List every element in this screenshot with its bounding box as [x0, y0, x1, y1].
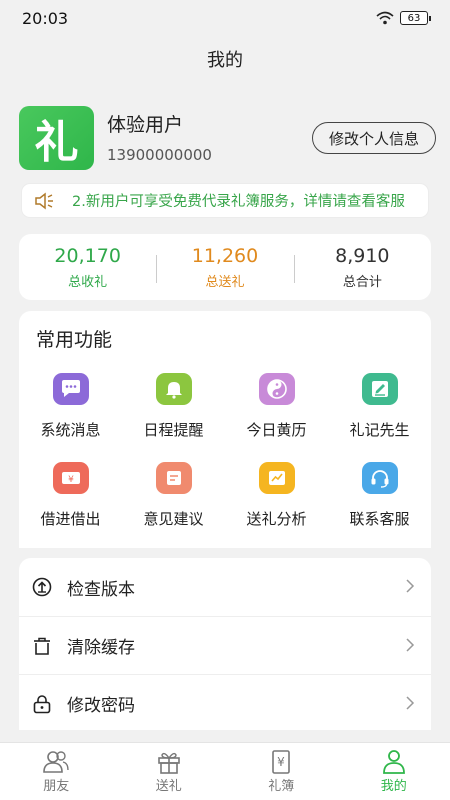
features-grid: 系统消息 日程提醒 今日黄历 礼记先生 ¥ 借进借出 意见建议 送礼分析 联系客…	[19, 373, 431, 529]
upload-icon	[32, 577, 52, 597]
stat-label: 总收礼	[68, 274, 108, 290]
nav-label: 我的	[380, 779, 407, 794]
settings-list: 检查版本 清除缓存 修改密码	[19, 558, 431, 730]
stat-total[interactable]: 8,910 总合计	[293, 244, 431, 290]
battery-icon: 63	[400, 11, 431, 25]
feature-system-message[interactable]: 系统消息	[19, 373, 122, 440]
notice-banner[interactable]: 2.新用户可享受免费代录礼簿服务，详情请查看客服	[22, 184, 428, 217]
feature-mr-liji[interactable]: 礼记先生	[328, 373, 431, 440]
stat-value: 11,260	[191, 244, 259, 267]
money-note-icon: ¥	[52, 462, 89, 494]
feature-label: 意见建议	[143, 510, 204, 528]
stat-received[interactable]: 20,170 总收礼	[19, 245, 156, 290]
edit-profile-button[interactable]: 修改个人信息	[312, 122, 436, 154]
feature-label: 联系客服	[349, 510, 410, 528]
svg-text:¥: ¥	[68, 475, 74, 485]
nav-ledger[interactable]: ¥ 礼簿	[225, 743, 338, 800]
stat-sent[interactable]: 11,260 总送礼	[156, 245, 293, 290]
feature-schedule-reminder[interactable]: 日程提醒	[122, 373, 225, 440]
notice-text: 2.新用户可享受免费代录礼簿服务，详情请查看客服	[72, 194, 405, 210]
common-features-card: 常用功能 系统消息 日程提醒 今日黄历 礼记先生 ¥ 借进借出 意见建议 送礼分…	[19, 311, 431, 548]
chevron-right-icon	[406, 638, 415, 652]
chevron-right-icon	[406, 579, 415, 593]
feature-label: 礼记先生	[349, 421, 410, 439]
chart-icon	[258, 462, 295, 494]
feature-label: 送礼分析	[246, 510, 307, 528]
nav-label: 礼簿	[268, 779, 295, 794]
feature-label: 借进借出	[40, 510, 101, 528]
gift-icon	[157, 752, 180, 774]
feature-feedback[interactable]: 意见建议	[122, 462, 225, 529]
user-icon	[382, 750, 405, 774]
status-time: 20:03	[22, 8, 69, 28]
bottom-nav: 朋友 送礼 ¥ 礼簿 我的	[0, 742, 450, 800]
stats-card: 20,170 总收礼 11,260 总送礼 8,910 总合计	[19, 234, 431, 300]
stat-value: 20,170	[54, 244, 121, 267]
speaker-icon	[35, 191, 53, 210]
chevron-right-icon	[406, 696, 415, 710]
trash-icon	[34, 637, 50, 655]
status-icons: 63	[376, 11, 431, 25]
nav-mine[interactable]: 我的	[338, 743, 450, 800]
feature-almanac[interactable]: 今日黄历	[225, 373, 328, 440]
feature-label: 今日黄历	[246, 421, 307, 439]
user-phone: 13900000000	[107, 146, 212, 164]
feature-label: 系统消息	[40, 421, 101, 439]
user-name: 体验用户	[107, 114, 184, 136]
feedback-icon	[155, 462, 192, 494]
message-icon	[52, 373, 89, 405]
stat-label: 总合计	[342, 274, 382, 290]
headset-icon	[361, 462, 398, 494]
feature-gift-analysis[interactable]: 送礼分析	[225, 462, 328, 529]
nav-send-gift[interactable]: 送礼	[113, 743, 226, 800]
nav-label: 送礼	[155, 779, 182, 794]
nav-label: 朋友	[43, 779, 70, 794]
bell-icon	[155, 373, 192, 405]
section-title: 常用功能	[36, 329, 113, 351]
lock-icon	[33, 694, 51, 713]
setting-label: 修改密码	[67, 696, 135, 716]
clear-cache-item[interactable]: 清除缓存	[19, 616, 431, 674]
friends-icon	[43, 751, 69, 773]
stat-value: 8,910	[335, 244, 390, 267]
ledger-icon: ¥	[272, 750, 291, 774]
avatar[interactable]: 礼	[19, 106, 94, 170]
note-edit-icon	[361, 373, 398, 405]
check-version-item[interactable]: 检查版本	[19, 558, 431, 616]
setting-label: 检查版本	[67, 579, 135, 600]
feature-contact-service[interactable]: 联系客服	[328, 462, 431, 529]
feature-borrow-lend[interactable]: ¥ 借进借出	[19, 462, 122, 529]
nav-friends[interactable]: 朋友	[0, 743, 113, 800]
stat-label: 总送礼	[205, 274, 245, 290]
yin-yang-icon	[258, 373, 295, 405]
change-password-item[interactable]: 修改密码	[19, 674, 431, 732]
setting-label: 清除缓存	[67, 638, 135, 658]
feature-label: 日程提醒	[143, 421, 204, 439]
page-title: 我的	[207, 50, 243, 71]
status-bar: 20:03 63	[0, 0, 450, 36]
wifi-icon	[376, 11, 394, 25]
svg-text:¥: ¥	[277, 755, 285, 769]
